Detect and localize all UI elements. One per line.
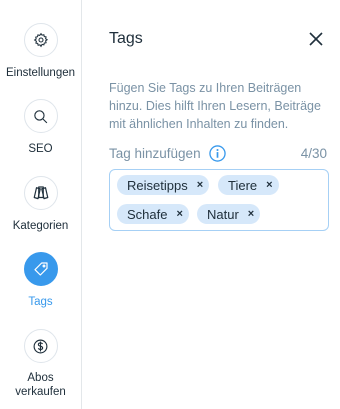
- nav-subscriptions-label: Abos verkaufen: [15, 372, 66, 398]
- nav-categories-circle: [23, 176, 58, 210]
- tag-chip: Tiere ×: [218, 175, 279, 195]
- tag-label: Schafe: [127, 206, 168, 222]
- tags-panel: Tags Fügen Sie Tags zu Ihren Beiträgen h…: [82, 0, 340, 409]
- sidebar: Einstellungen SEO Kategorien Tags Abos v…: [0, 0, 82, 409]
- tag-chip: Natur ×: [197, 204, 261, 224]
- remove-tag-button[interactable]: ×: [248, 208, 254, 220]
- gear-icon: [33, 32, 48, 48]
- tag-chip: Reisetipps ×: [117, 175, 210, 195]
- panel-description: Fügen Sie Tags zu Ihren Beiträgen hinzu.…: [109, 81, 321, 131]
- tag-label: Tiere: [228, 177, 258, 193]
- remove-tag-button[interactable]: ×: [197, 179, 203, 191]
- nav-seo-circle: [23, 99, 58, 133]
- tag-label: Reisetipps: [127, 177, 188, 193]
- nav-item-categories[interactable]: Kategorien: [0, 176, 81, 233]
- nav-tags-label: Tags: [28, 296, 53, 308]
- nav-item-seo[interactable]: SEO: [0, 99, 81, 156]
- close-icon[interactable]: [308, 31, 324, 47]
- search-icon: [34, 109, 48, 123]
- nav-settings-circle: [23, 23, 58, 57]
- dollar-coin-icon: [33, 339, 48, 353]
- nav-item-settings[interactable]: Einstellungen: [0, 23, 81, 80]
- nav-seo-label: SEO: [28, 143, 53, 155]
- add-tag-label: Tag hinzufügen: [109, 146, 201, 161]
- nav-item-subscriptions[interactable]: Abos verkaufen: [0, 329, 81, 399]
- tags-input[interactable]: Reisetipps × Tiere × Schafe × Natur ×: [109, 169, 329, 231]
- nav-categories-label: Kategorien: [12, 220, 69, 232]
- nav-settings-label: Einstellungen: [5, 67, 76, 79]
- tag-label: Natur: [207, 206, 239, 222]
- remove-tag-button[interactable]: ×: [176, 208, 182, 220]
- tag-counter: 4/30: [300, 146, 327, 161]
- cards-icon: [33, 186, 48, 200]
- info-icon[interactable]: [209, 145, 226, 162]
- tag-icon: [33, 262, 48, 276]
- remove-tag-button[interactable]: ×: [266, 179, 272, 191]
- tag-chip: Schafe ×: [117, 204, 189, 224]
- nav-subscriptions-circle: [23, 329, 58, 363]
- panel-title: Tags: [109, 30, 143, 47]
- nav-tags-circle: [23, 252, 58, 286]
- nav-item-tags[interactable]: Tags: [0, 252, 81, 309]
